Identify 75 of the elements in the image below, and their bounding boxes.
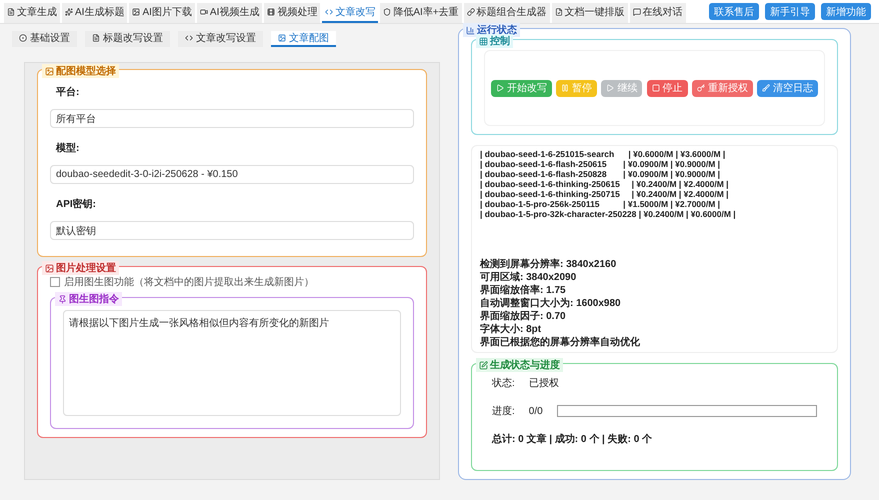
sub-tab[interactable]: 标题改写设置 <box>85 31 170 47</box>
log-line: 界面已根据您的屏幕分辨率自动优化 <box>480 336 641 349</box>
tab-icon <box>92 34 100 42</box>
group-title: 控制 <box>476 34 513 48</box>
prompt-field[interactable]: 请根据以下图片生成一张风格相似但内容有所变化的新图片 <box>63 310 401 416</box>
log-line: 字体大小: 8pt <box>480 323 542 336</box>
log-line: | doubao-1-5-pro-256k-250115 | ¥1.5000/M | ¥2.7000/M | <box>480 199 722 209</box>
chart-icon <box>466 26 475 34</box>
top-tab[interactable]: 标题组合生成器 <box>464 3 550 23</box>
status-value: 已授权 <box>528 376 559 390</box>
pin-icon <box>58 294 67 304</box>
field-label: 平台: <box>55 86 80 100</box>
group-title: 图生图指令 <box>55 292 122 306</box>
tab-icon <box>466 8 475 16</box>
input-field[interactable]: 默认密钥 <box>50 221 414 240</box>
header-button[interactable]: 新增功能 <box>821 3 871 20</box>
log-line: | doubao-seed-1-6-thinking-250615 | ¥0.2400/M | ¥2.4000/M | <box>480 179 730 189</box>
log-line: 检测到屏幕分辨率: 3840x2160 <box>480 258 618 271</box>
tab-icon <box>185 34 193 42</box>
top-tab[interactable]: 视频处理 <box>264 3 320 23</box>
tab-icon <box>132 8 140 16</box>
log-line: | doubao-seed-1-6-flash-250828 | ¥0.0900/M | ¥0.9000/M | <box>480 169 722 179</box>
top-tab[interactable]: 文章生成 <box>4 3 60 23</box>
button-icon <box>762 84 770 92</box>
sub-tab[interactable]: 文章改写设置 <box>178 31 263 47</box>
log-line: | doubao-seed-1-6-flash-250615 | ¥0.0900/M | ¥0.9000/M | <box>480 159 722 169</box>
button-icon <box>606 84 614 92</box>
tab-icon <box>267 8 276 16</box>
tab-icon <box>65 8 73 16</box>
summary-text: 总计: 0 文章 | 成功: 0 个 | 失败: 0 个 <box>492 432 654 446</box>
top-tab[interactable]: 在线对话 <box>630 3 686 23</box>
tab-icon <box>632 8 641 16</box>
button-icon <box>652 84 660 92</box>
progress-value: 0/0 <box>528 406 543 416</box>
log-line: 界面缩放因子: 0.70 <box>480 310 567 323</box>
group-title: 配图模型选择 <box>42 64 119 78</box>
log-line: 自动调整窗口大小为: 1600x980 <box>480 297 622 310</box>
top-tab[interactable]: 降低AI率+去重 <box>380 3 462 23</box>
grid-icon <box>479 36 488 46</box>
top-tab[interactable]: AI视频生成 <box>196 3 262 23</box>
group-title: 生成状态与进度 <box>476 358 563 372</box>
log-line: 可用区域: 3840x2090 <box>480 271 578 284</box>
header-button[interactable]: 联系售后 <box>709 3 759 20</box>
tab-icon <box>7 8 15 16</box>
button-icon <box>696 84 705 92</box>
top-tab[interactable]: 文档一键排版 <box>552 3 628 23</box>
tab-icon <box>383 8 392 16</box>
progress-label: 进度: <box>492 404 515 418</box>
checkbox[interactable] <box>50 277 60 287</box>
group-title: 图片处理设置 <box>42 261 119 275</box>
field-label: API密钥: <box>55 198 97 212</box>
button-icon <box>561 84 570 92</box>
image-icon <box>45 264 54 272</box>
checkbox-label: 启用图生图功能（将文档中的图片提取出来生成新图片） <box>64 276 314 289</box>
top-tab[interactable]: AI图片下载 <box>129 3 195 23</box>
edit-icon <box>479 360 488 370</box>
input-field[interactable]: doubao-seededit-3-0-i2i-250628 - ¥0.150 <box>50 165 414 184</box>
input-field[interactable]: 所有平台 <box>50 109 414 128</box>
tab-icon <box>278 34 286 42</box>
tab-icon <box>200 8 208 16</box>
header-button[interactable]: 新手引导 <box>765 3 815 20</box>
sub-tab[interactable]: 基础设置 <box>12 31 77 47</box>
field-label: 模型: <box>54 142 80 156</box>
log-line: 界面缩放倍率: 1.75 <box>480 284 567 297</box>
image-icon <box>45 66 54 76</box>
top-tab[interactable]: AI生成标题 <box>62 3 128 23</box>
log-line: | doubao-seed-1-6-251015-search | ¥0.6000/M | ¥3.6000/M | <box>480 149 726 159</box>
status-label: 状态: <box>492 376 515 390</box>
log-line: | doubao-seed-1-6-thinking-250715 | ¥0.2400/M | ¥2.4000/M | <box>480 189 730 199</box>
tab-icon <box>19 34 27 42</box>
tab-icon <box>554 8 563 16</box>
sub-tab[interactable]: 文章配图 <box>271 31 336 47</box>
button-icon <box>496 84 504 92</box>
tab-icon <box>325 8 334 16</box>
log-line: | doubao-1-5-pro-32k-character-250228 | ¥0.2400/M | ¥0.6000/M | <box>480 209 737 219</box>
